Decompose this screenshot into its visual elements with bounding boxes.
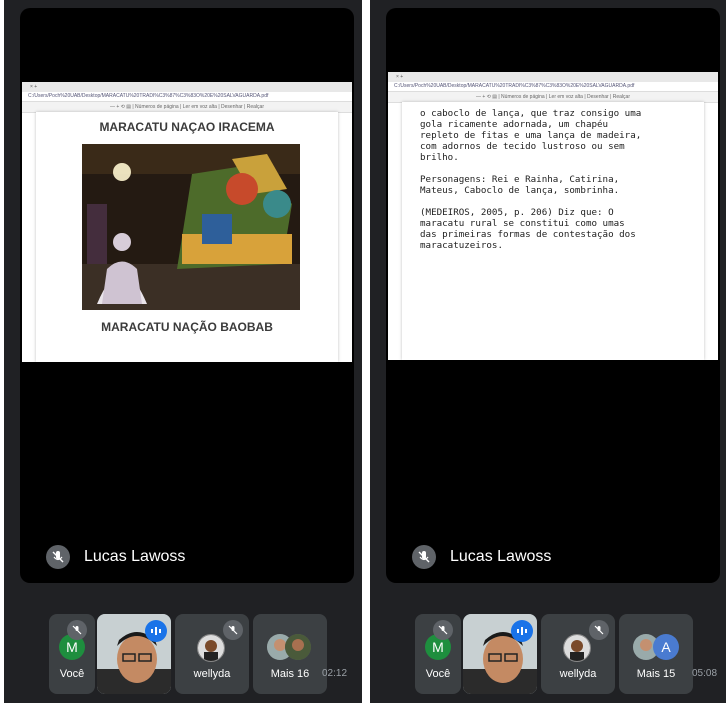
participant-wellyda[interactable]: wellyda	[541, 614, 615, 694]
participant-label: Você	[59, 668, 85, 680]
avatar	[563, 634, 591, 662]
presentation-tile[interactable]: × + C:/Users/Poch%20UAB/Desktop/MARACATU…	[386, 8, 720, 583]
pdf-heading-baobab: MARACATU NAÇÃO BAOBAB	[101, 320, 273, 334]
participant-strip: M Você w	[370, 614, 726, 694]
browser-tab-bar[interactable]: × +	[22, 82, 352, 92]
browser-tab-bar[interactable]: × +	[388, 72, 718, 82]
participant-label: wellyda	[193, 668, 231, 680]
pdf-body-text: o caboclo de lança, que traz consigo uma…	[420, 108, 642, 251]
speaker-name-row: Lucas Lawoss	[412, 545, 551, 569]
pdf-heading-iracema: MARACATU NAÇAO IRACEMA	[99, 120, 275, 134]
mic-off-icon	[67, 620, 87, 640]
mic-off-icon	[46, 545, 70, 569]
more-participants-label: Mais 16	[270, 668, 310, 680]
pdf-viewer: × + C:/Users/Poch%20UAB/Desktop/MARACATU…	[388, 72, 718, 360]
mic-off-icon	[223, 620, 243, 640]
avatar	[197, 634, 225, 662]
participant-you[interactable]: M Você	[49, 614, 95, 694]
participant-camera[interactable]	[97, 614, 171, 694]
speaker-name: Lucas Lawoss	[450, 548, 552, 565]
participant-label: wellyda	[559, 668, 597, 680]
mic-off-icon	[433, 620, 453, 640]
speaking-indicator-icon	[145, 620, 167, 642]
participant-strip: M Você w	[4, 614, 362, 694]
mic-off-icon	[412, 545, 436, 569]
speaker-name-row: Lucas Lawoss	[46, 545, 185, 569]
presentation-tile[interactable]: × + C:/Users/Poch%20UAB/Desktop/MARACATU…	[20, 8, 354, 583]
pdf-page: o caboclo de lança, que traz consigo uma…	[402, 102, 704, 360]
speaking-indicator-icon	[511, 620, 533, 642]
participant-more[interactable]: Mais 16	[253, 614, 327, 694]
maracatu-photo	[82, 144, 300, 310]
participant-more[interactable]: A Mais 15	[619, 614, 693, 694]
meet-screen-left: × + C:/Users/Poch%20UAB/Desktop/MARACATU…	[4, 0, 362, 703]
address-bar[interactable]: C:/Users/Poch%20UAB/Desktop/MARACATU%20T…	[388, 82, 718, 92]
participant-wellyda[interactable]: wellyda	[175, 614, 249, 694]
call-timer: 02:12	[322, 668, 348, 679]
more-participants-label: Mais 15	[636, 668, 676, 680]
address-bar[interactable]: C:/Users/Poch%20UAB/Desktop/MARACATU%20T…	[22, 92, 352, 102]
avatar	[285, 634, 311, 660]
pdf-page: MARACATU NAÇAO IRACEMA MARACATU NAÇÃO BA…	[36, 112, 338, 362]
speaker-name: Lucas Lawoss	[84, 548, 186, 565]
mic-off-icon	[589, 620, 609, 640]
participant-you[interactable]: M Você	[415, 614, 461, 694]
call-timer: 05:08	[692, 668, 718, 679]
meet-screen-right: × + C:/Users/Poch%20UAB/Desktop/MARACATU…	[370, 0, 726, 703]
participant-label: Você	[425, 668, 451, 680]
participant-camera[interactable]	[463, 614, 537, 694]
avatar: A	[653, 634, 679, 660]
pdf-viewer: × + C:/Users/Poch%20UAB/Desktop/MARACATU…	[22, 82, 352, 362]
